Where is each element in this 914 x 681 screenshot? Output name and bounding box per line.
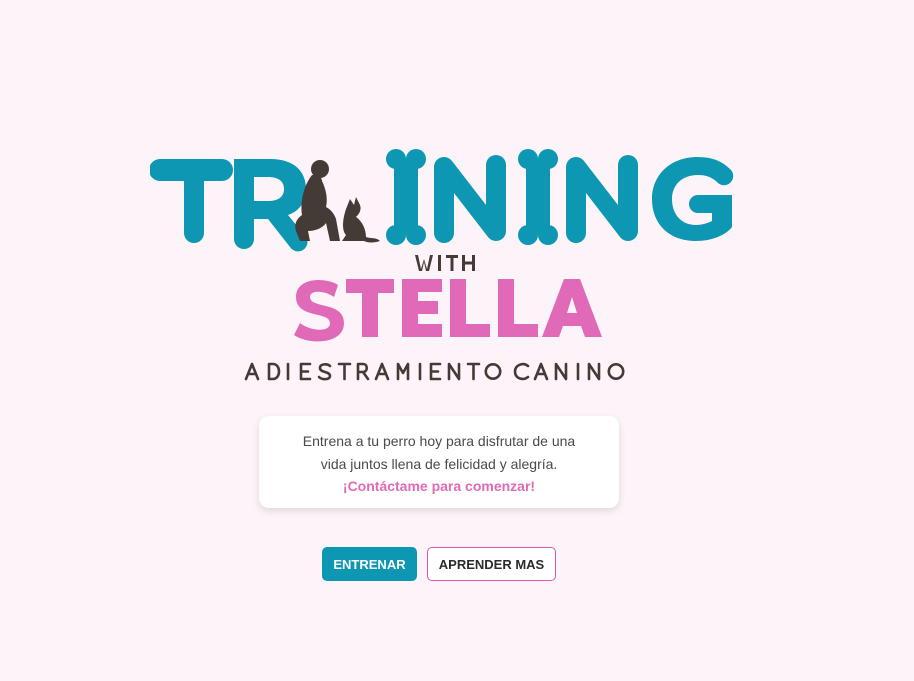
- bone-icon: [518, 149, 558, 245]
- intro-card: Entrena a tu perro hoy para disfrutar de…: [259, 416, 619, 508]
- woman-and-dog-silhouette-icon: [295, 160, 380, 243]
- aprender-mas-button[interactable]: APRENDER MAS: [427, 547, 556, 581]
- landing-page: Entrena a tu perro hoy para disfrutar de…: [0, 0, 914, 681]
- logo-word-with: [415, 255, 475, 271]
- logo-word-stella: [294, 279, 602, 342]
- logo-word-training: [150, 149, 734, 252]
- logo-tagline: [244, 362, 625, 381]
- intro-text: Entrena a tu perro hoy para disfrutar de…: [302, 433, 576, 472]
- contact-cta-text: ¡Contáctame para comenzar!: [342, 478, 536, 494]
- training-with-stella-logo: [150, 145, 750, 395]
- entrenar-button[interactable]: ENTRENAR: [322, 547, 417, 581]
- bone-icon: [386, 149, 426, 245]
